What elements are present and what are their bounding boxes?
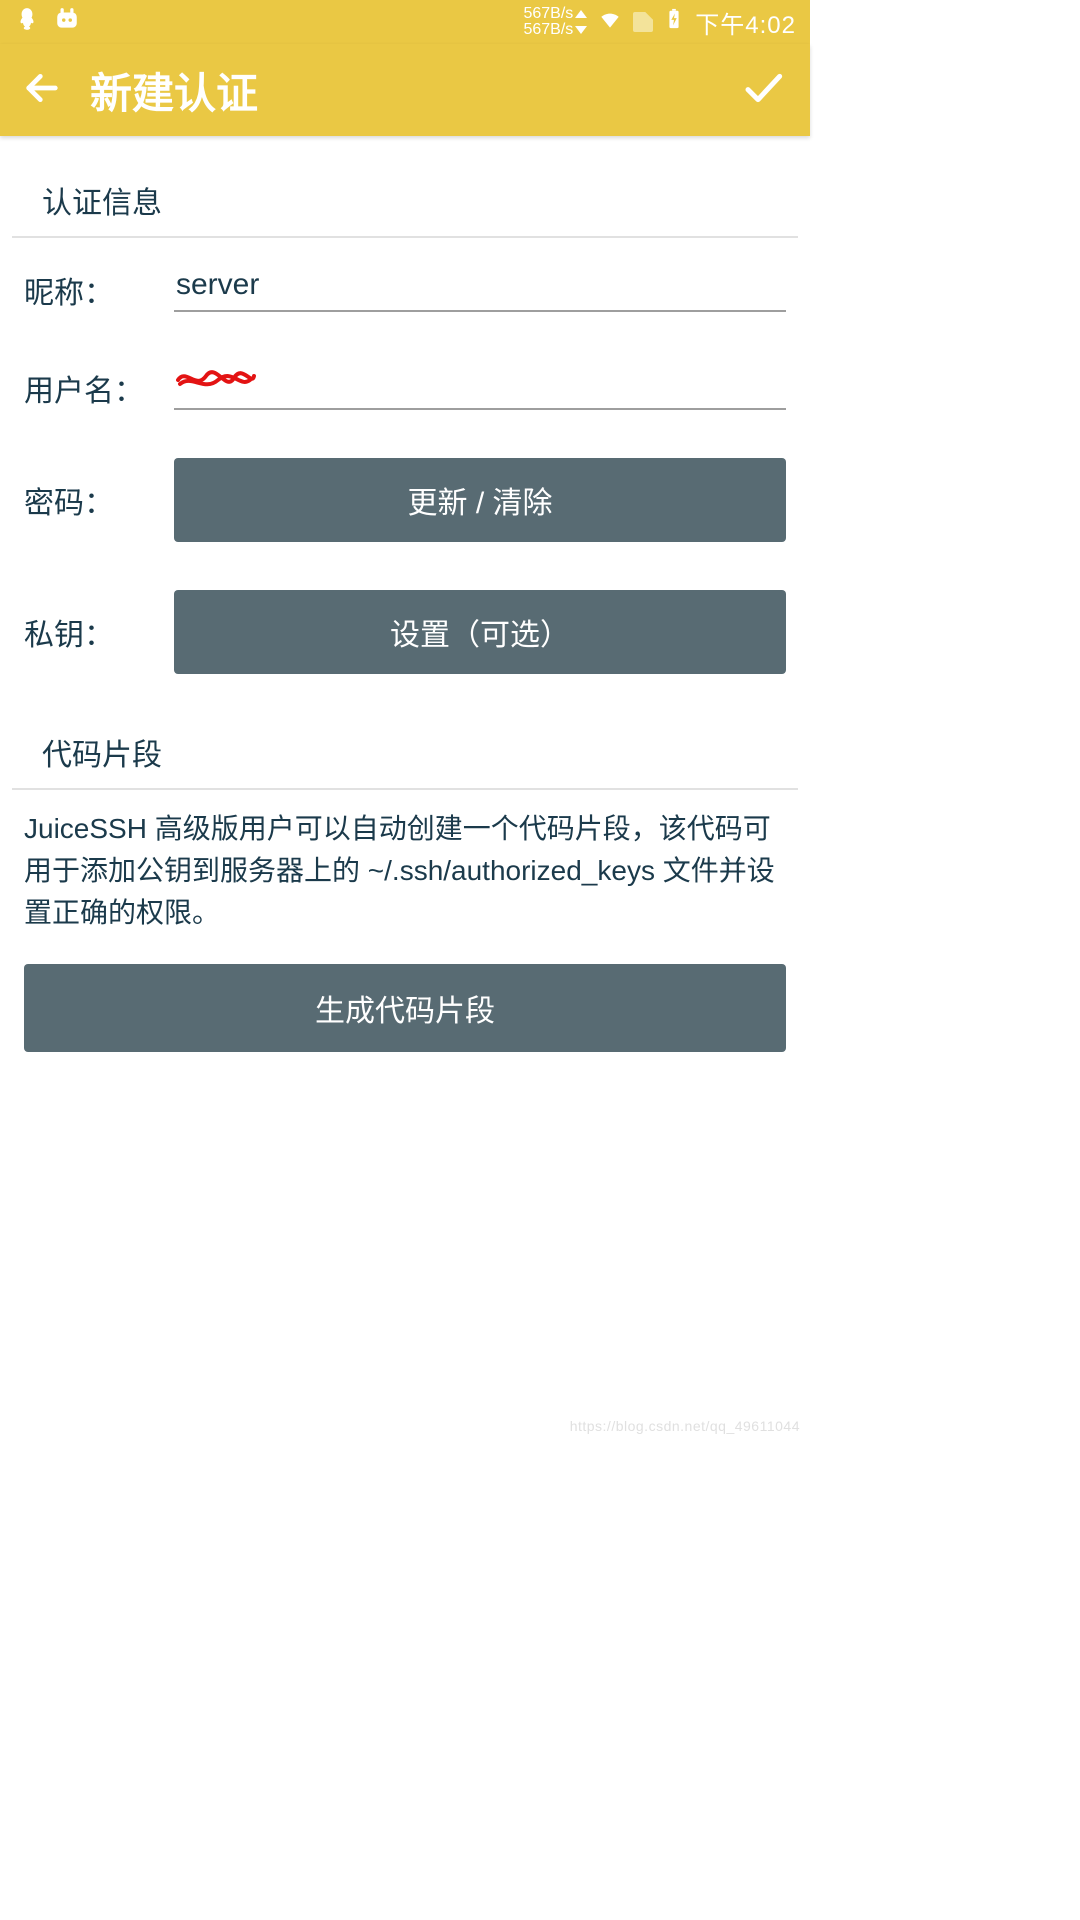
back-button[interactable]: [22, 68, 62, 113]
sim-icon: [633, 12, 653, 32]
section-auth-info: 认证信息: [12, 146, 798, 238]
wifi-icon: [597, 6, 623, 38]
app-bar: 新建认证: [0, 44, 810, 136]
watermark: https://blog.csdn.net/qq_49611044: [570, 1418, 800, 1434]
nickname-label: 昵称：: [24, 268, 154, 312]
network-speed: 567B/s 567B/s: [523, 6, 587, 38]
password-label: 密码：: [24, 478, 154, 522]
generate-snippet-button[interactable]: 生成代码片段: [24, 964, 786, 1052]
content-area: 认证信息 昵称： 用户名： 密码： 更新 / 清除 私钥： 设置（可选） 代码片…: [0, 146, 810, 1058]
clock: 下午4:02: [695, 5, 796, 40]
row-nickname: 昵称：: [0, 238, 810, 336]
upload-speed: 567B/s: [523, 6, 573, 22]
row-username: 用户名：: [0, 336, 810, 434]
status-bar: 567B/s 567B/s 下午4:02: [0, 0, 810, 44]
confirm-button[interactable]: [738, 68, 788, 113]
private-key-label: 私钥：: [24, 610, 154, 654]
nickname-input[interactable]: [174, 262, 786, 312]
username-label: 用户名：: [24, 366, 154, 410]
battery-charging-icon: [663, 6, 685, 38]
page-title: 新建认证: [90, 60, 258, 121]
username-input[interactable]: [174, 360, 786, 410]
row-private-key: 私钥： 设置（可选）: [0, 566, 810, 698]
snippet-description: JuiceSSH 高级版用户可以自动创建一个代码片段，该代码可用于添加公钥到服务…: [0, 790, 810, 958]
status-right: 567B/s 567B/s 下午4:02: [523, 5, 796, 40]
private-key-set-button[interactable]: 设置（可选）: [174, 590, 786, 674]
row-password: 密码： 更新 / 清除: [0, 434, 810, 566]
redacted-scribble-icon: [176, 368, 254, 396]
qq-penguin-icon: [14, 5, 40, 39]
download-speed: 567B/s: [523, 22, 573, 38]
password-update-clear-button[interactable]: 更新 / 清除: [174, 458, 786, 542]
section-snippet: 代码片段: [12, 698, 798, 790]
status-left: [14, 5, 80, 39]
app-notification-icon: [54, 5, 80, 39]
triangle-up-icon: [575, 10, 587, 18]
triangle-down-icon: [575, 26, 587, 34]
